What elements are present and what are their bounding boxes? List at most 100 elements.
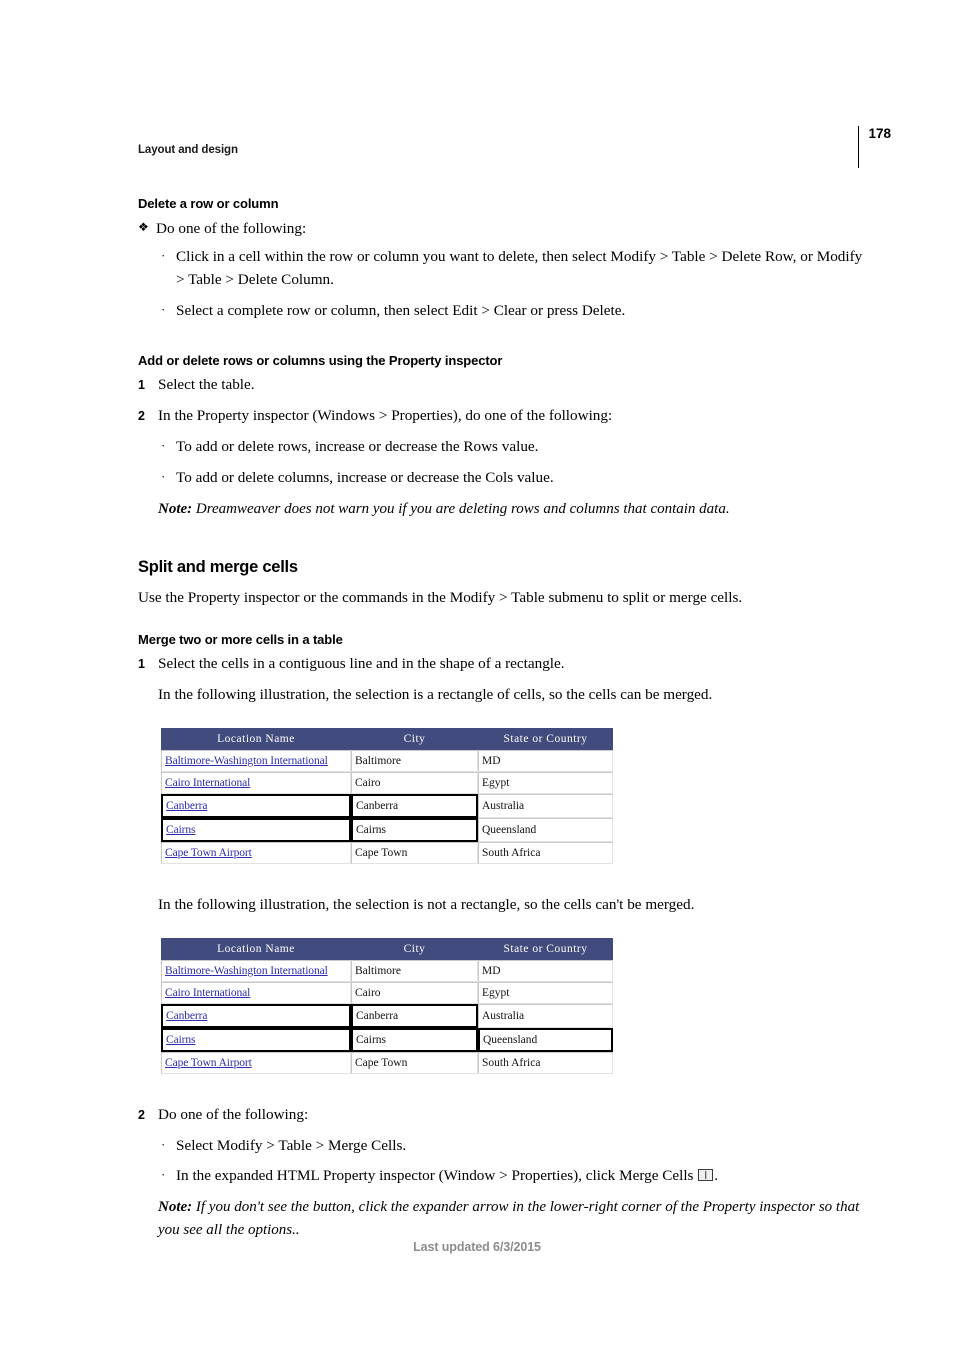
step-number: 2 <box>138 409 145 424</box>
cell-city: Cape Town <box>351 842 478 865</box>
cell-location: Cape Town Airport <box>161 1051 351 1074</box>
note-delete-warning: Note: Dreamweaver does not warn you if y… <box>138 498 864 521</box>
cell-city-selected: Canberra <box>351 1003 478 1028</box>
note-label: Note: <box>158 500 193 517</box>
step-number: 1 <box>138 378 145 393</box>
step-text: Select the cells in a contiguous line an… <box>158 655 565 673</box>
sample-table-not-rectangle: Location Name City State or Country Balt… <box>161 937 613 1074</box>
illustration-not-rectangle-selection: Location Name City State or Country Balt… <box>138 937 864 1074</box>
cell-state: Egypt <box>478 772 613 795</box>
table-row: Canberra Canberra Australia <box>161 794 613 819</box>
location-link[interactable]: Cape Town Airport <box>165 847 252 859</box>
cell-state: Australia <box>478 1003 613 1028</box>
location-link[interactable]: Cairns <box>166 824 196 836</box>
column-header-city: City <box>351 728 478 751</box>
cell-state: Egypt <box>478 981 613 1004</box>
cell-location: Baltimore-Washington International <box>161 750 351 773</box>
column-header-city: City <box>351 937 478 960</box>
bullet-dot-icon: · <box>161 468 166 484</box>
action-text: Do one of the following: <box>156 219 307 237</box>
illustration-rectangle-selection: Location Name City State or Country Balt… <box>138 728 864 865</box>
step-number: 1 <box>138 657 145 672</box>
diamond-bullet-icon: ❖ <box>138 219 149 234</box>
cell-city-selected: Canberra <box>351 794 478 819</box>
note-text: If you don't see the button, click the e… <box>158 1199 860 1238</box>
cell-location-selected: Canberra <box>161 1003 351 1028</box>
step-do-one-of-the-following: 2 Do one of the following: <box>138 1104 864 1127</box>
bullet-dot-icon: · <box>161 1167 166 1183</box>
bullet-dot-icon: · <box>161 248 166 264</box>
cell-state: MD <box>478 959 613 982</box>
cell-city-selected: Cairns <box>351 818 478 843</box>
column-header-state-or-country: State or Country <box>478 937 613 960</box>
location-link[interactable]: Cairo International <box>165 987 250 999</box>
cell-location: Cairo International <box>161 981 351 1004</box>
cell-city: Baltimore <box>351 750 478 773</box>
heading-merge-two-or-more-cells: Merge two or more cells in a table <box>138 631 343 647</box>
location-link[interactable]: Cairo International <box>165 777 250 789</box>
location-link[interactable]: Baltimore-Washington International <box>165 755 328 767</box>
bullet-dot-icon: · <box>161 1136 166 1152</box>
table-header-row: Location Name City State or Country <box>161 728 613 751</box>
cell-state: South Africa <box>478 1051 613 1074</box>
running-header: Layout and design <box>138 144 238 156</box>
step-text: Do one of the following: <box>158 1105 309 1123</box>
column-header-location-name: Location Name <box>161 728 351 751</box>
cell-location: Cape Town Airport <box>161 842 351 865</box>
cell-location: Cairo International <box>161 772 351 795</box>
table-row: Baltimore-Washington International Balti… <box>161 750 613 773</box>
bullet-cols-value: · To add or delete columns, increase or … <box>138 467 864 490</box>
location-link[interactable]: Canberra <box>166 800 207 812</box>
bullet-text: To add or delete columns, increase or de… <box>176 468 554 486</box>
bullet-delete-row-column-2: · Select a complete row or column, then … <box>138 300 864 323</box>
cell-location-selected: Cairns <box>161 818 351 843</box>
content-column: Delete a row or column ❖ Do one of the f… <box>138 196 864 1249</box>
cell-state: MD <box>478 750 613 773</box>
step-select-the-table: 1 Select the table. <box>138 374 864 397</box>
bullet-expanded-html-property-inspector: · In the expanded HTML Property inspecto… <box>138 1165 864 1188</box>
page-number-block: 178 <box>857 126 891 168</box>
note-text: Dreamweaver does not warn you if you are… <box>192 500 730 517</box>
bullet-text: Click in a cell within the row or column… <box>176 248 863 289</box>
bullet-text: Select Modify > Table > Merge Cells. <box>176 1136 407 1154</box>
location-link[interactable]: Canberra <box>166 1010 207 1022</box>
note-expander-arrow: Note: If you don't see the button, click… <box>138 1196 864 1241</box>
location-link[interactable]: Cairns <box>166 1034 196 1046</box>
footer-last-updated: Last updated 6/3/2015 <box>413 1240 541 1254</box>
sample-table-rectangle: Location Name City State or Country Balt… <box>161 728 613 865</box>
bullet-dot-icon: · <box>161 301 166 317</box>
table-row: Cairo International Cairo Egypt <box>161 981 613 1004</box>
bullet-text: Select a complete row or column, then se… <box>176 301 626 319</box>
bullet-text: To add or delete rows, increase or decre… <box>176 437 539 455</box>
location-link[interactable]: Baltimore-Washington International <box>165 965 328 977</box>
paragraph-split-merge-intro: Use the Property inspector or the comman… <box>138 589 743 607</box>
cell-state: Australia <box>478 794 613 819</box>
location-link[interactable]: Cape Town Airport <box>165 1057 252 1069</box>
cell-location-selected: Cairns <box>161 1027 351 1052</box>
step-property-inspector: 2 In the Property inspector (Windows > P… <box>138 405 864 428</box>
table-row: Baltimore-Washington International Balti… <box>161 959 613 982</box>
step-select-cells-contiguous: 1 Select the cells in a contiguous line … <box>138 653 864 676</box>
bullet-modify-table-merge-cells: · Select Modify > Table > Merge Cells. <box>138 1135 864 1158</box>
note-label: Note: <box>158 1199 193 1216</box>
table-row: Cape Town Airport Cape Town South Africa <box>161 1051 613 1074</box>
cell-city-selected: Cairns <box>351 1027 478 1052</box>
cell-state: Queensland <box>478 818 613 843</box>
caption-rectangle-selection: In the following illustration, the selec… <box>158 686 713 704</box>
table-row: Cape Town Airport Cape Town South Africa <box>161 842 613 865</box>
step-text: Select the table. <box>158 376 255 394</box>
column-header-location-name: Location Name <box>161 937 351 960</box>
merge-cells-icon <box>698 1169 714 1182</box>
step-text: In the Property inspector (Windows > Pro… <box>158 407 613 425</box>
page-number: 178 <box>868 126 891 141</box>
cell-city: Baltimore <box>351 959 478 982</box>
table-row: Cairns Cairns Queensland <box>161 1027 613 1052</box>
table-row: Canberra Canberra Australia <box>161 1003 613 1028</box>
heading-delete-row-or-column: Delete a row or column <box>138 196 279 211</box>
